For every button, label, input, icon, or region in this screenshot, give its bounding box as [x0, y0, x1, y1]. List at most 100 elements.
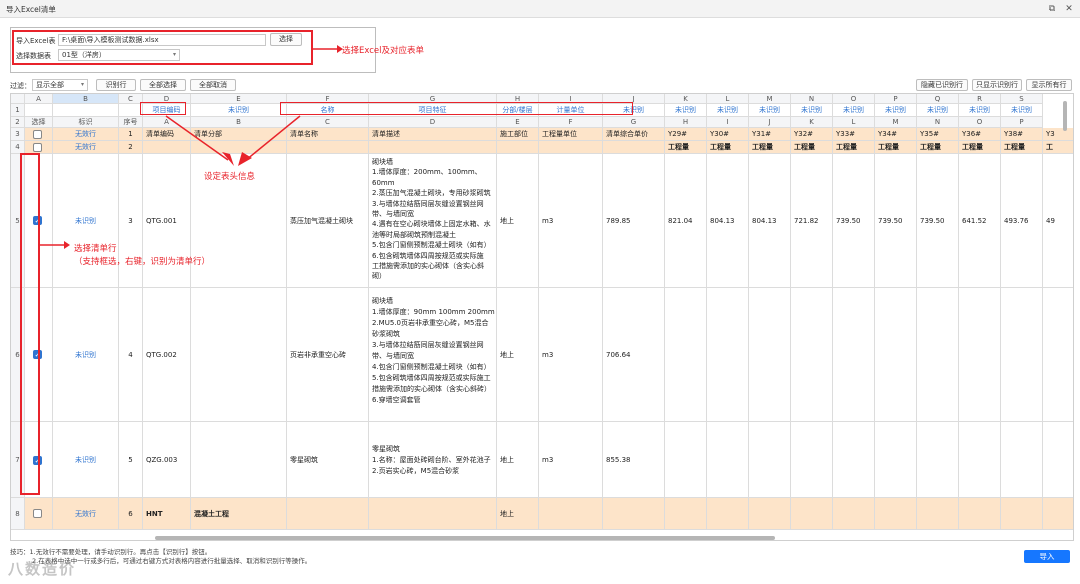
header-arrows-icon	[165, 115, 301, 166]
row-flag[interactable]: 未识别	[53, 422, 119, 498]
row-seq: 6	[119, 498, 143, 530]
show-all-rows-button[interactable]: 显示所有行	[1026, 79, 1072, 91]
show-identified-only-button[interactable]: 只显示识别行	[972, 79, 1022, 91]
select-all-button[interactable]: 全部选择	[140, 79, 186, 91]
table-cell-desc: 砌块墙 1.墙体厚度：200mm、100mm、 60mm 2.蒸压加气混凝土砌块…	[369, 154, 497, 288]
table-cell: 工程量	[959, 141, 1001, 154]
col-letter[interactable]: N	[791, 94, 833, 104]
table-cell-qty: 739.50	[833, 154, 875, 288]
col-header-seq: 序号	[119, 117, 143, 128]
row-checkbox[interactable]	[33, 143, 42, 152]
row-checkbox[interactable]	[33, 509, 42, 518]
row-flag[interactable]: 无效行	[53, 141, 119, 154]
col-letter[interactable]: R	[959, 94, 1001, 104]
table-cell	[959, 498, 1001, 530]
table-cell-qty	[917, 288, 959, 422]
row-seq: 5	[119, 422, 143, 498]
table-cell-qty: 821.04	[665, 154, 707, 288]
table-cell: 工程量	[707, 141, 749, 154]
col-header: G	[603, 117, 665, 128]
header-setting-cell[interactable]: 未识别	[707, 104, 749, 117]
deselect-all-button[interactable]: 全部取消	[190, 79, 236, 91]
header-setting-cell[interactable]: 未识别	[959, 104, 1001, 117]
table-cell: 工程量	[917, 141, 959, 154]
table-cell-part: 混凝土工程	[191, 498, 287, 530]
header-highlight-fields	[280, 102, 633, 115]
col-letter[interactable]: M	[749, 94, 791, 104]
table-cell: Y33#	[833, 128, 875, 141]
col-letter[interactable]: S	[1001, 94, 1043, 104]
desc-line: 1.墙体厚度：200mm、100mm、	[372, 168, 482, 177]
restore-icon[interactable]: ⧉	[1046, 3, 1058, 15]
table-cell-qty	[665, 422, 707, 498]
table-cell: 施工部位	[497, 128, 539, 141]
table-cell-qty	[749, 288, 791, 422]
header-setting-cell[interactable]: 未识别	[791, 104, 833, 117]
table-cell	[917, 498, 959, 530]
table-cell-qty	[1001, 288, 1043, 422]
row-seq: 4	[119, 288, 143, 422]
corner-cell	[11, 94, 25, 104]
row-flag[interactable]: 未识别	[53, 288, 119, 422]
table-cell: 工程量	[875, 141, 917, 154]
row-flag[interactable]: 无效行	[53, 128, 119, 141]
header-setting-cell[interactable]: 未识别	[1001, 104, 1043, 117]
table-cell	[191, 422, 287, 498]
row-flag[interactable]: 未识别	[53, 154, 119, 288]
table-cell	[707, 498, 749, 530]
col-letter[interactable]: B	[53, 94, 119, 104]
col-header: M	[875, 117, 917, 128]
vertical-scrollbar[interactable]	[1063, 101, 1067, 131]
table-cell: Y38#	[1001, 128, 1043, 141]
horizontal-scrollbar[interactable]	[155, 536, 775, 540]
hide-identified-button[interactable]: 隐藏已识别行	[916, 79, 968, 91]
import-button[interactable]: 导入	[1024, 550, 1070, 563]
row-checkbox[interactable]	[33, 130, 42, 139]
row-annotation-title: 选择清单行	[74, 244, 117, 254]
table-cell-qty: 49	[1043, 154, 1073, 288]
row-number: 2	[11, 117, 25, 128]
col-letter[interactable]: P	[875, 94, 917, 104]
table-cell-code: QZG.003	[143, 422, 191, 498]
desc-line: 2.页岩实心砖，M5混合砂浆	[372, 467, 460, 475]
table-cell-code: HNT	[143, 498, 191, 530]
table-cell	[287, 498, 369, 530]
header-setting-cell[interactable]: 未识别	[917, 104, 959, 117]
desc-line: 带、与墙同宽	[372, 352, 414, 360]
table-cell-qty	[833, 288, 875, 422]
window-title: 导入Excel清单	[6, 5, 56, 14]
col-header: P	[1001, 117, 1043, 128]
table-cell	[603, 498, 665, 530]
table-cell-qty: 739.50	[917, 154, 959, 288]
header-setting-cell[interactable]: 未识别	[833, 104, 875, 117]
table-cell-code: QTG.002	[143, 288, 191, 422]
table-cell-location: 地上	[497, 288, 539, 422]
arrow-icon	[38, 241, 70, 249]
table-cell: Y34#	[875, 128, 917, 141]
identify-row-button[interactable]: 识别行	[96, 79, 136, 91]
row-flag[interactable]: 无效行	[53, 498, 119, 530]
col-letter[interactable]: A	[25, 94, 53, 104]
header-setting-cell[interactable]: 未识别	[875, 104, 917, 117]
table-cell-price: 855.38	[603, 422, 665, 498]
col-letter[interactable]: Q	[917, 94, 959, 104]
table-cell-name: 页岩非承重空心砖	[287, 288, 369, 422]
col-letter[interactable]: L	[707, 94, 749, 104]
desc-line: 砌）	[372, 272, 386, 281]
desc-line: 砌块墙	[372, 158, 393, 166]
col-header: H	[665, 117, 707, 128]
table-cell-qty: 641.52	[959, 154, 1001, 288]
table-cell	[369, 141, 497, 154]
filter-select[interactable]: 显示全部 ▾	[32, 79, 88, 91]
select-cell[interactable]	[25, 128, 53, 141]
desc-line: 1.名称：屋面处砖砌台阶、室外花池子	[372, 456, 491, 464]
header-setting-cell[interactable]: 未识别	[665, 104, 707, 117]
desc-line: 3.与墙体拉结筋同层灰缝设置钢丝网	[372, 199, 484, 208]
col-letter[interactable]: E	[191, 94, 287, 104]
col-header: N	[917, 117, 959, 128]
header-setting-cell[interactable]: 未识别	[749, 104, 791, 117]
col-letter[interactable]: O	[833, 94, 875, 104]
select-cell[interactable]	[25, 498, 53, 530]
col-letter[interactable]: K	[665, 94, 707, 104]
close-icon[interactable]: ✕	[1063, 3, 1075, 15]
